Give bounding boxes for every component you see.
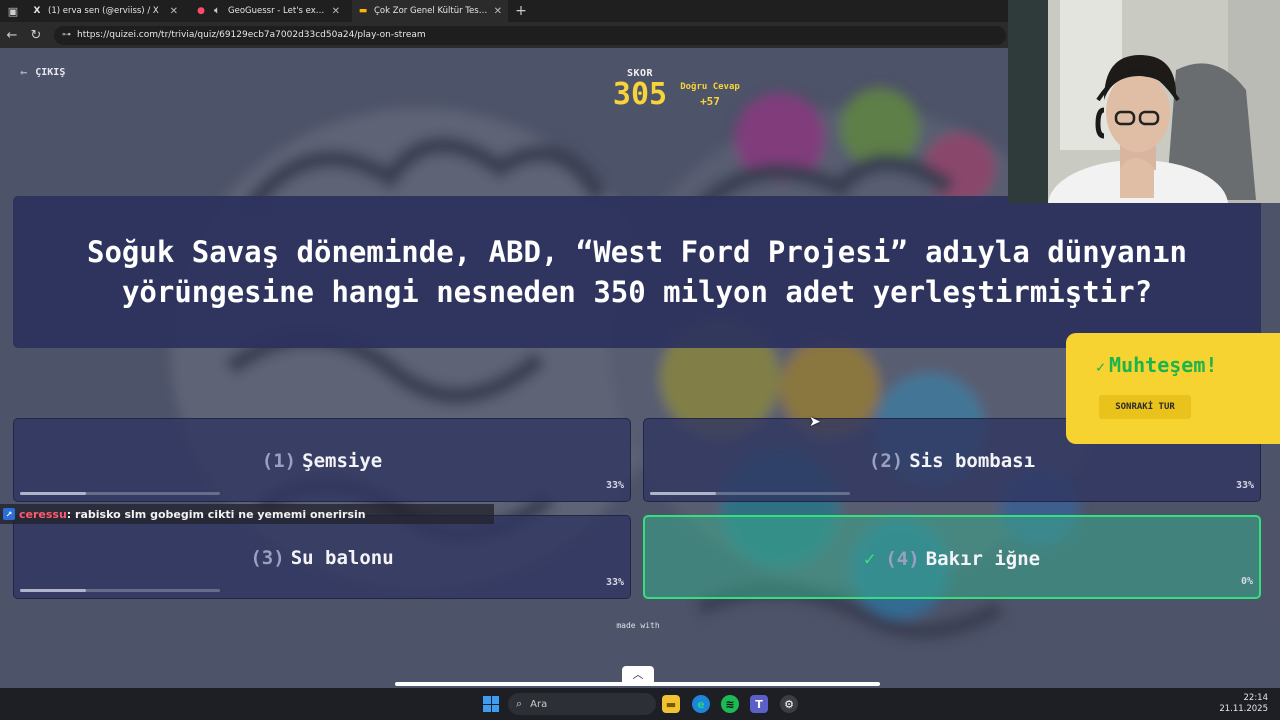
question-text: Soğuk Savaş döneminde, ABD, “West Ford P… (87, 235, 1187, 309)
answer-number: (3) (250, 547, 285, 569)
answer-number: (4) (885, 548, 920, 570)
taskbar-search[interactable]: ⌕ Ara (508, 693, 656, 715)
chat-message-text: : rabisko slm gobegim cikti ne yememi on… (66, 507, 366, 521)
speaker-icon[interactable]: 🔈︎ (212, 6, 222, 16)
scroll-indicator[interactable] (395, 682, 880, 686)
system-clock[interactable]: 22:14 21.11.2025 (1219, 693, 1268, 715)
result-title: Muhteşem! (1109, 353, 1218, 377)
result-toast: ✓ Muhteşem! SONRAKİ TUR (1066, 333, 1280, 444)
webcam-overlay (1008, 0, 1280, 203)
quizei-icon: ▬ (358, 6, 368, 16)
score-panel: SKOR 305 (600, 68, 680, 111)
bonus-value: +57 (700, 95, 720, 108)
spotify-icon[interactable]: ≋ (721, 695, 739, 713)
answer-number: (2) (868, 450, 904, 472)
url-field[interactable]: ⊶ https://quizei.com/tr/trivia/quiz/6912… (54, 25, 1006, 45)
site-info-icon[interactable]: ⊶ (62, 30, 71, 40)
made-with-quizei[interactable]: made with (596, 621, 680, 630)
answer-text: Su balonu (290, 547, 394, 569)
answer-text: Bakır iğne (925, 548, 1041, 570)
streamer-webcam-image (1008, 0, 1280, 203)
exit-button[interactable]: ← ÇIKIŞ (20, 65, 65, 79)
tab-x[interactable]: X (1) erva sen (@erviiss) / X ✕ (26, 0, 184, 22)
answer-option-1[interactable]: (1) Şemsiye 33% (13, 418, 631, 502)
answer-text: Sis bombası (909, 450, 1036, 472)
answer-percent-fill (650, 492, 716, 495)
next-round-button[interactable]: SONRAKİ TUR (1099, 395, 1191, 419)
answer-option-4-correct[interactable]: ✓ (4) Bakır iğne 0% (643, 515, 1261, 599)
made-with-label: made with (616, 621, 660, 630)
answer-percent: 33% (1235, 480, 1254, 491)
x-logo-icon: X (33, 6, 41, 16)
stream-chat-message: ↗ ceressu : rabisko slm gobegim cikti ne… (0, 504, 494, 524)
bonus-panel: Doğru Cevap +57 (676, 82, 744, 108)
settings-gear-icon[interactable]: ⚙ (780, 695, 798, 713)
score-value: 305 (612, 77, 668, 112)
tab-title: Çok Zor Genel Kültür Testi Part2 (374, 6, 488, 16)
clock-date: 21.11.2025 (1219, 704, 1268, 714)
tab-title: (1) erva sen (@erviiss) / X (48, 6, 159, 16)
tab-quizei[interactable]: ▬ Çok Zor Genel Kültür Testi Part2 ✕ (352, 0, 508, 22)
chat-badge-icon: ↗ (3, 508, 15, 520)
back-arrow-icon[interactable]: ← (0, 28, 24, 43)
bonus-label: Doğru Cevap (680, 82, 740, 92)
windows-taskbar: ⌕ Ara ▬ e ≋ T ⚙ 22:14 21.11.2025 (0, 688, 1280, 720)
answer-percent-fill (20, 492, 86, 495)
answer-percent: 33% (605, 577, 624, 588)
answer-percent-bar (20, 589, 220, 592)
search-icon: ⌕ (516, 697, 523, 710)
close-tab-icon[interactable]: ✕ (332, 6, 340, 17)
checkmark-icon: ✓ (1096, 358, 1106, 376)
clock-time: 22:14 (1243, 693, 1269, 703)
reload-icon[interactable]: ↻ (24, 28, 48, 43)
window-menu-icon[interactable]: ▣ (0, 0, 26, 22)
answer-percent: 0% (1240, 576, 1253, 587)
taskbar-search-placeholder: Ara (530, 698, 548, 710)
question-card: Soğuk Savaş döneminde, ABD, “West Ford P… (13, 196, 1261, 348)
new-tab-button[interactable]: + (510, 3, 532, 19)
geoguessr-icon: ● (197, 6, 205, 16)
checkmark-icon: ✓ (863, 548, 876, 570)
answer-percent-bar (20, 492, 220, 495)
url-text: https://quizei.com/tr/trivia/quiz/69129e… (77, 30, 426, 40)
chat-username: ceressu (19, 507, 67, 521)
answer-option-3[interactable]: (3) Su balonu 33% (13, 515, 631, 599)
back-arrow-icon: ← (20, 65, 28, 79)
exit-label: ÇIKIŞ (35, 66, 66, 78)
answer-number: (1) (261, 450, 297, 472)
answer-percent-fill (20, 589, 86, 592)
close-tab-icon[interactable]: ✕ (494, 6, 502, 17)
edge-browser-icon[interactable]: e (692, 695, 710, 713)
answer-text: Şemsiye (302, 450, 383, 472)
tab-title: GeoGuessr - Let's explore th (228, 6, 326, 16)
windows-start-icon[interactable] (483, 696, 499, 712)
answer-percent-bar (650, 492, 850, 495)
tab-geoguessr[interactable]: ● 🔈︎ GeoGuessr - Let's explore th ✕ (190, 0, 346, 22)
file-explorer-icon[interactable]: ▬ (662, 695, 680, 713)
close-tab-icon[interactable]: ✕ (170, 6, 178, 17)
mouse-cursor-icon: ➤ (809, 414, 821, 430)
teams-icon[interactable]: T (750, 695, 768, 713)
answer-percent: 33% (605, 480, 624, 491)
